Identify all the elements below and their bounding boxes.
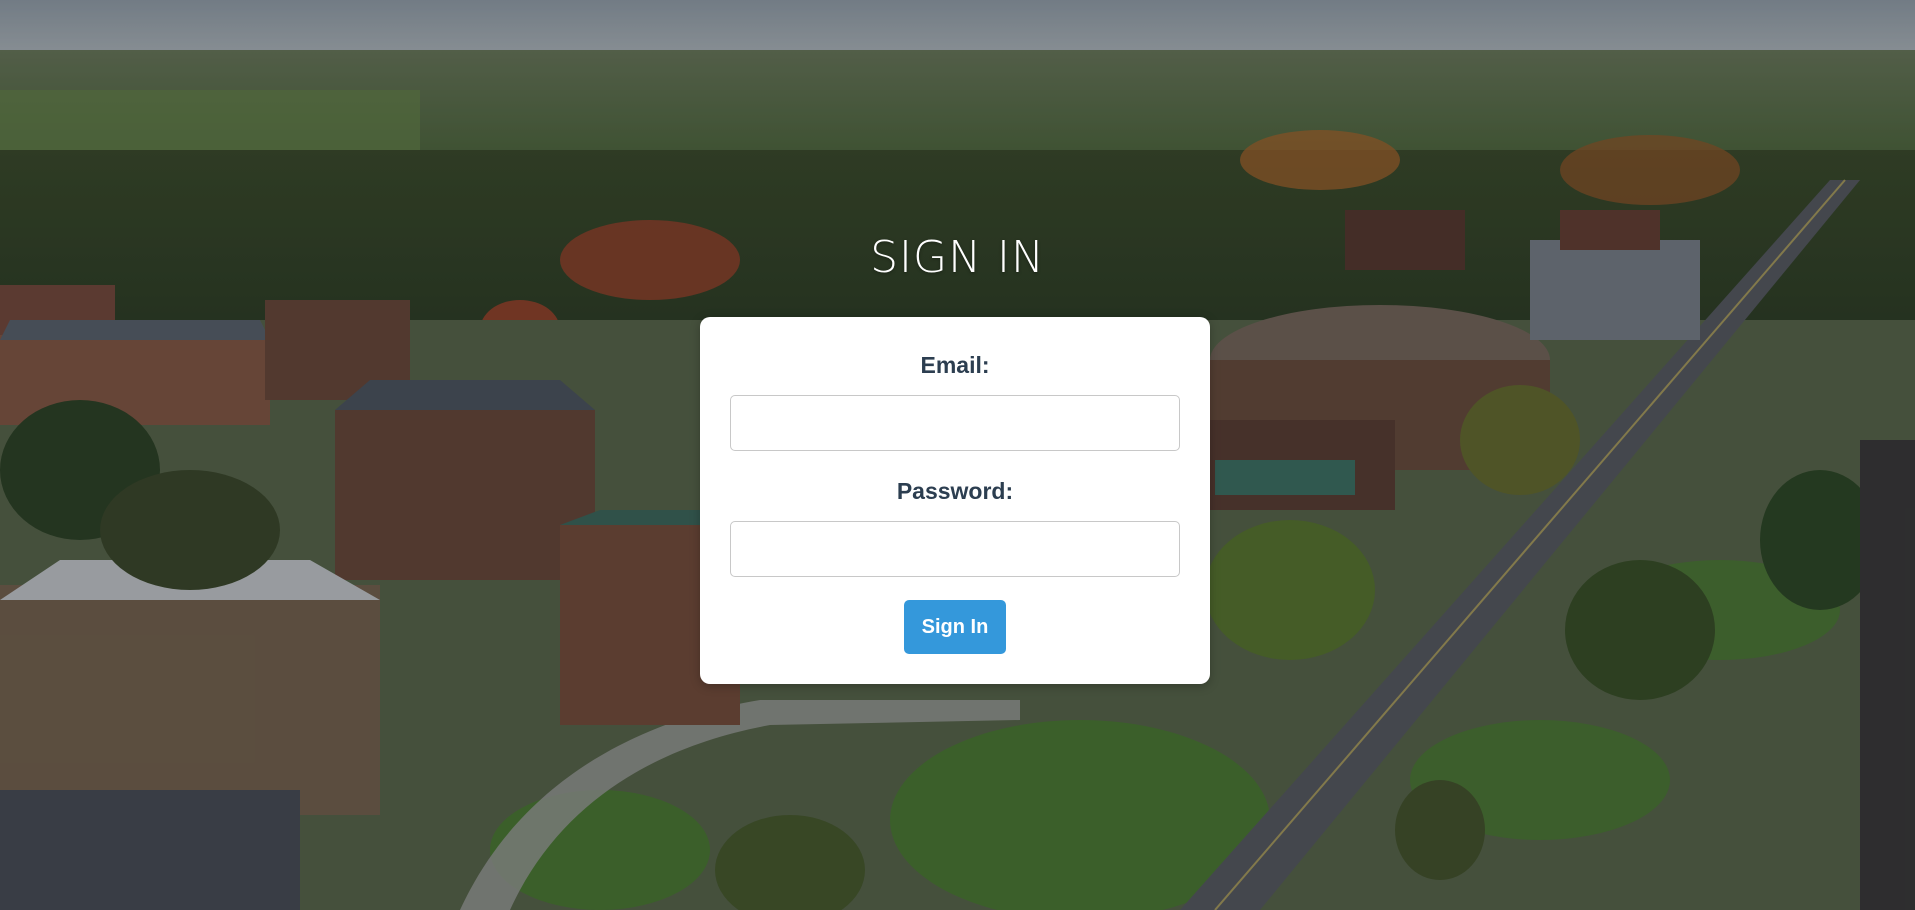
sign-in-page: SIGN IN Email: Password: Sign In <box>0 0 1915 910</box>
page-title: SIGN IN <box>870 232 1045 283</box>
sign-in-card: Email: Password: Sign In <box>700 317 1210 684</box>
email-label: Email: <box>920 352 990 378</box>
password-label: Password: <box>896 478 1014 504</box>
email-field[interactable] <box>730 395 1180 451</box>
sign-in-button[interactable]: Sign In <box>904 600 1006 654</box>
password-field[interactable] <box>730 521 1180 577</box>
